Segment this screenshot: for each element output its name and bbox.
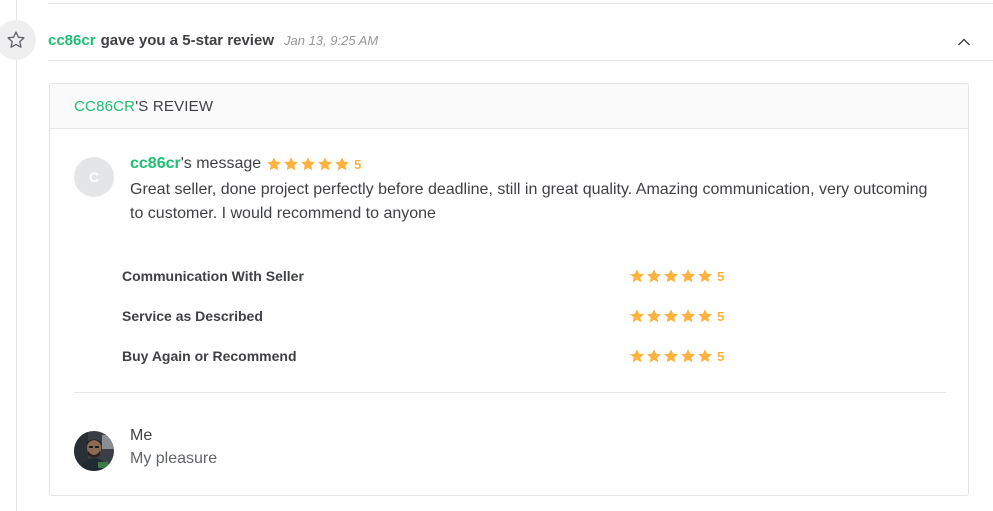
rating-stars: 5 [629, 268, 724, 284]
reply-divider [74, 392, 946, 393]
my-avatar [74, 431, 114, 471]
rating-value: 5 [717, 268, 725, 284]
star-filled-icon [664, 309, 678, 323]
rating-breakdown: Communication With Seller 5 Service as D… [122, 256, 742, 376]
avatar-initial: C [88, 169, 100, 185]
star-filled-icon [664, 349, 678, 363]
review-header-name[interactable]: CC86CR [74, 98, 135, 115]
top-divider [48, 3, 993, 4]
review-header-suffix: 'S REVIEW [135, 97, 214, 115]
notification-text: gave you a 5-star review [100, 31, 274, 49]
star-filled-icon [284, 157, 299, 171]
rating-value: 5 [717, 348, 725, 364]
star-filled-icon [630, 269, 644, 283]
rating-label: Service as Described [122, 308, 263, 324]
timeline-line [16, 0, 17, 511]
overall-rating-stars: 5 [266, 156, 361, 172]
star-filled-icon [664, 269, 678, 283]
star-filled-icon [647, 269, 661, 283]
review-card: CC86CR 'S REVIEW C cc86cr 's message 5 G… [49, 83, 969, 496]
reply-text: My pleasure [130, 450, 218, 467]
rating-label: Communication With Seller [122, 268, 304, 284]
header-divider [48, 60, 993, 61]
message-title-suffix: 's message [180, 155, 262, 172]
star-filled-icon [698, 269, 712, 283]
star-filled-icon [318, 157, 333, 171]
star-outline-icon [0, 20, 36, 60]
reply-author: Me [130, 427, 153, 444]
notification-header: cc86cr gave you a 5-star review Jan 13, … [48, 29, 993, 51]
rating-row: Buy Again or Recommend 5 [122, 336, 742, 376]
review-card-header: CC86CR 'S REVIEW [50, 84, 968, 129]
star-filled-icon [630, 309, 644, 323]
star-filled-icon [301, 157, 316, 171]
star-filled-icon [630, 349, 644, 363]
star-filled-icon [647, 349, 661, 363]
rating-row: Service as Described 5 [122, 296, 742, 336]
review-notification: cc86cr gave you a 5-star review Jan 13, … [0, 0, 993, 511]
reviewer-link[interactable]: cc86cr [48, 32, 96, 49]
rating-label: Buy Again or Recommend [122, 348, 297, 364]
star-filled-icon [681, 349, 695, 363]
rating-value: 5 [717, 308, 725, 324]
message-reviewer-link[interactable]: cc86cr [130, 155, 181, 173]
star-filled-icon [681, 309, 695, 323]
notification-timestamp: Jan 13, 9:25 AM [284, 32, 379, 48]
overall-rating-value: 5 [354, 156, 362, 172]
seller-reply: Me My pleasure [130, 425, 217, 471]
rating-row: Communication With Seller 5 [122, 256, 742, 296]
star-filled-icon [681, 269, 695, 283]
star-filled-icon [698, 349, 712, 363]
chevron-up-icon[interactable] [955, 35, 973, 49]
star-filled-icon [647, 309, 661, 323]
reviewer-avatar: C [74, 157, 114, 197]
message-title: cc86cr 's message 5 [130, 154, 940, 174]
star-filled-icon [267, 157, 282, 171]
star-filled-icon [698, 309, 712, 323]
review-message: cc86cr 's message 5 Great seller, done p… [130, 154, 940, 226]
review-message-text: Great seller, done project perfectly bef… [130, 181, 928, 222]
rating-stars: 5 [629, 308, 724, 324]
star-filled-icon [335, 157, 350, 171]
rating-stars: 5 [629, 348, 724, 364]
